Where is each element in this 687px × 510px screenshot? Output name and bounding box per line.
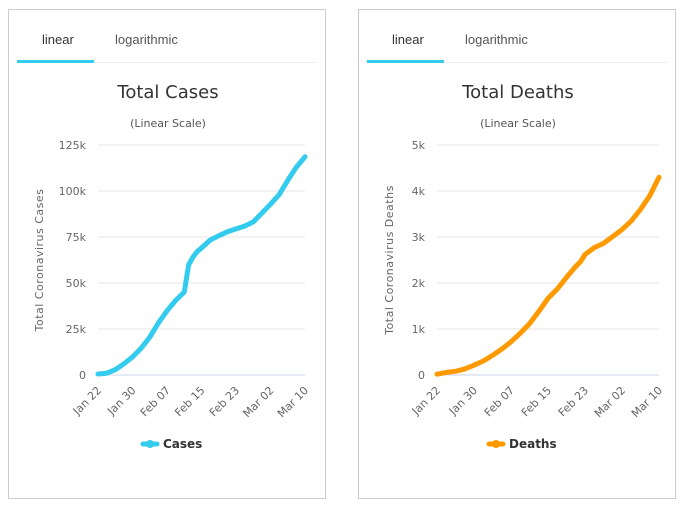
y-tick-label: 125k	[59, 139, 87, 152]
legend-symbol-marker	[492, 440, 500, 448]
y-tick-label: 50k	[66, 277, 87, 290]
y-tick-label: 0	[79, 369, 86, 382]
cases-chart: Total Cases (Linear Scale) 0 25k 50k 75k 100k 1…	[33, 82, 311, 451]
legend-label: Cases	[163, 437, 202, 451]
chart-title: Total Cases	[116, 82, 218, 103]
x-tick-label: Jan 30	[104, 384, 138, 418]
y-tick-label: 75k	[66, 231, 87, 244]
x-tick-label: Feb 07	[482, 384, 517, 419]
y-tick-label: 3k	[412, 231, 426, 244]
x-tick-label: Feb 15	[519, 384, 554, 419]
x-tick-label: Jan 22	[409, 384, 443, 418]
y-tick-label: 25k	[66, 323, 87, 336]
x-tick-label: Feb 15	[172, 384, 207, 419]
y-tick-label: 0	[418, 369, 425, 382]
y-tick-label: 4k	[412, 185, 426, 198]
y-tick-label: 2k	[412, 277, 426, 290]
legend-symbol-marker	[146, 440, 154, 448]
y-tick-label: 100k	[59, 185, 87, 198]
y-tick-label: 5k	[412, 139, 426, 152]
x-tick-label: Mar 10	[275, 384, 311, 420]
x-tick-label: Jan 30	[446, 384, 480, 418]
x-tick-label: Feb 07	[138, 384, 173, 419]
chart-title: Total Deaths	[461, 82, 574, 103]
x-tick-label: Mar 10	[629, 384, 665, 420]
y-axis-label: Total Coronavirus Deaths	[383, 185, 396, 336]
y-axis-label: Total Coronavirus Cases	[33, 189, 46, 333]
y-tick-label: 1k	[412, 323, 426, 336]
x-tick-label: Feb 23	[207, 384, 242, 419]
cases-panel: linear logarithmic Total Cases (Linear Sc…	[8, 9, 326, 499]
deaths-panel: linear logarithmic Total Deaths (Linear S…	[358, 9, 676, 499]
x-tick-label: Jan 22	[70, 384, 104, 418]
x-tick-label: Feb 23	[556, 384, 591, 419]
x-tick-label: Mar 02	[240, 384, 276, 420]
series-line-deaths	[434, 174, 662, 377]
deaths-chart: Total Deaths (Linear Scale) 0 1k 2k 3k 4k 5k Tot…	[383, 82, 665, 451]
legend-label: Deaths	[509, 437, 557, 451]
series-line-cases	[95, 154, 308, 377]
chart-subtitle: (Linear Scale)	[480, 117, 556, 130]
chart-subtitle: (Linear Scale)	[130, 117, 206, 130]
x-tick-label: Mar 02	[592, 384, 628, 420]
